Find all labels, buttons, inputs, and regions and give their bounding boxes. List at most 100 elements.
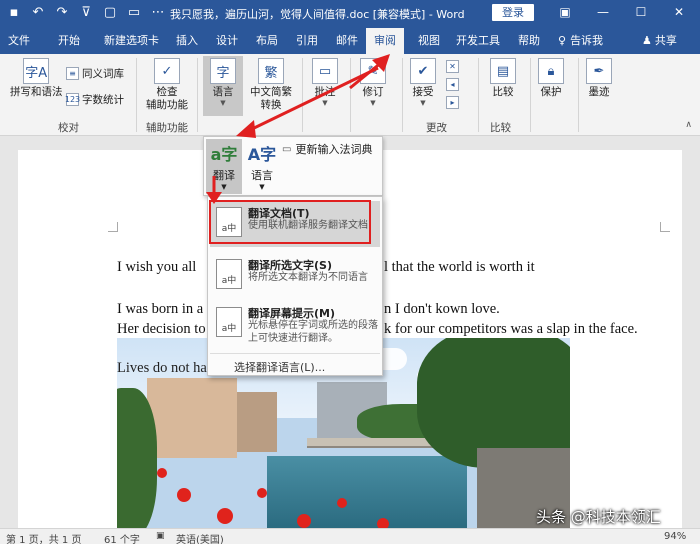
language-submenu-button[interactable]: A字 语言 ▼	[244, 139, 280, 194]
chevron-down-icon: ▼	[221, 183, 227, 191]
translate-icon: a字	[210, 145, 238, 164]
redo-icon[interactable]: ↷	[54, 4, 70, 20]
language-submenu-label: 语言	[251, 169, 273, 182]
tab-view[interactable]: 视图	[418, 32, 440, 48]
undo-icon[interactable]: ↶	[30, 4, 46, 20]
language-button[interactable]: 字 语言 ▼	[210, 58, 236, 107]
track-changes-button[interactable]: ✎ 修订 ▼	[360, 58, 386, 107]
open-icon[interactable]: ▭	[126, 4, 142, 20]
more-icon[interactable]: ⋯	[150, 4, 166, 20]
window-title: 我只愿我，遍历山河，觉得人间值得.doc [兼容模式] - Word	[170, 8, 465, 21]
track-label: 修订	[362, 86, 384, 98]
doc-line-1-right[interactable]: l that the world is worth it	[384, 259, 535, 276]
conversion-label-1: 中文简繁	[250, 86, 292, 98]
doc-line-4[interactable]: Lives do not ha	[117, 360, 207, 377]
protect-button[interactable]: 🔒︎ 保护	[538, 58, 564, 99]
proofing-icon[interactable]: ▣	[156, 531, 165, 541]
tab-file[interactable]: 文件	[8, 32, 30, 48]
ink-button[interactable]: ✒ 墨迹	[586, 58, 612, 99]
chinese-conversion-button[interactable]: 繁 中文简繁 转换	[250, 58, 292, 112]
tab-help[interactable]: 帮助	[518, 32, 540, 48]
lock-icon: 🔒︎	[538, 58, 564, 84]
compare-group-label: 比较	[490, 122, 511, 134]
track-changes-icon: ✎	[360, 58, 386, 84]
accept-icon: ✔	[410, 58, 436, 84]
ribbon-display-icon[interactable]: ▣	[548, 2, 582, 22]
reject-button[interactable]: ✕	[446, 60, 459, 73]
update-ime-dictionary-button[interactable]: ▭ 更新输入法词典	[282, 141, 372, 157]
previous-icon: ◂	[446, 78, 459, 91]
tab-insert[interactable]: 插入	[176, 32, 198, 48]
menu-item-translate-selection[interactable]: a中 翻译所选文字(S) 将所选文本翻译为不同语言	[210, 253, 380, 299]
dictionary-icon: ▭	[282, 143, 292, 155]
photo-flower	[297, 514, 311, 528]
thesaurus-label: 同义词库	[82, 68, 124, 80]
accessibility-group-label: 辅助功能	[146, 122, 188, 134]
window-controls: ▣ — ☐ ✕	[548, 2, 696, 22]
save-icon[interactable]: ▪	[6, 4, 22, 20]
language-indicator[interactable]: 英语(美国)	[176, 531, 224, 544]
tab-design[interactable]: 设计	[216, 32, 238, 48]
quick-access-toolbar: ▪ ↶ ↷ ⊽ ▢ ▭ ⋯	[6, 4, 166, 20]
doc-line-1-left[interactable]: I wish you all	[117, 259, 196, 276]
group-separator	[350, 58, 351, 132]
spelling-grammar-button[interactable]: 字A 拼写和语法	[10, 58, 63, 99]
maximize-icon[interactable]: ☐	[624, 2, 658, 22]
tab-developer[interactable]: 开发工具	[456, 32, 500, 48]
page-indicator[interactable]: 第 1 页，共 1 页	[6, 531, 81, 544]
protect-label: 保护	[540, 86, 562, 98]
tab-home[interactable]: 开始	[58, 32, 80, 48]
zoom-level[interactable]: 94%	[664, 531, 686, 542]
photo-flower	[377, 518, 389, 528]
comments-label: 批注	[314, 86, 336, 98]
word-count-button[interactable]: 123 字数统计	[65, 92, 124, 107]
group-separator	[136, 58, 137, 132]
check-label: 检查	[156, 86, 178, 98]
changes-group-label: 更改	[426, 122, 447, 134]
new-doc-icon[interactable]: ▢	[102, 4, 118, 20]
tab-references[interactable]: 引用	[296, 32, 318, 48]
check-accessibility-button[interactable]: ✓ 检查 辅助功能	[146, 58, 188, 112]
group-separator	[402, 58, 403, 132]
comments-button[interactable]: ▭ 批注 ▼	[312, 58, 338, 107]
close-icon[interactable]: ✕	[662, 2, 696, 22]
share-label: 共享	[654, 34, 677, 47]
group-separator	[530, 58, 531, 132]
translate-button[interactable]: a字 翻译 ▼	[206, 139, 242, 194]
crop-mark	[108, 222, 118, 232]
tab-mailings[interactable]: 邮件	[336, 32, 358, 48]
doc-line-3-left[interactable]: Her decision to	[117, 321, 206, 338]
word-count-label: 字数统计	[82, 94, 124, 106]
previous-change-button[interactable]: ◂	[446, 78, 459, 91]
photo-flower	[257, 488, 267, 498]
tab-new-tab[interactable]: 新建选项卡	[104, 32, 159, 48]
menu-item-choose-language[interactable]: 选择翻译语言(L)...	[234, 359, 325, 375]
doc-line-2-right[interactable]: n I don't kown love.	[384, 301, 500, 318]
photo-building	[147, 378, 237, 458]
highlight-box	[209, 200, 371, 244]
word-count-indicator[interactable]: 61 个字	[104, 531, 140, 544]
language-label: 语言	[212, 86, 234, 98]
thesaurus-button[interactable]: ≡ 同义词库	[66, 66, 124, 81]
compare-button[interactable]: ▤ 比较	[490, 58, 516, 99]
tell-me-search[interactable]: ♀ 告诉我	[558, 32, 603, 48]
accept-button[interactable]: ✔ 接受 ▼	[410, 58, 436, 107]
menu-item-mini-translator[interactable]: a中 翻译屏幕提示(M) 光标悬停在字词或所选的段落上可快速进行翻译。	[210, 301, 380, 351]
next-change-button[interactable]: ▸	[446, 96, 459, 109]
group-separator	[578, 58, 579, 132]
login-button[interactable]: 登录	[492, 4, 534, 21]
group-separator	[478, 58, 479, 132]
customize-icon[interactable]: ⊽	[78, 4, 94, 20]
tab-layout[interactable]: 布局	[256, 32, 278, 48]
share-button[interactable]: ♟ 共享	[642, 32, 677, 48]
accessibility-label: 辅助功能	[146, 99, 188, 111]
language-icon: A字	[247, 145, 277, 164]
tab-review[interactable]: 审阅	[366, 28, 404, 54]
selection-translate-icon: a中	[216, 259, 242, 289]
minimize-icon[interactable]: —	[586, 2, 620, 22]
doc-line-3-right[interactable]: k for our competitors was a slap in the …	[384, 321, 638, 338]
collapse-ribbon-icon[interactable]: ∧	[685, 120, 692, 130]
status-bar: 第 1 页，共 1 页 61 个字 ▣ 英语(美国) 94%	[0, 528, 700, 544]
doc-line-2-left[interactable]: I was born in a	[117, 301, 203, 318]
watermark: 头条 @科技本领汇	[536, 508, 661, 526]
